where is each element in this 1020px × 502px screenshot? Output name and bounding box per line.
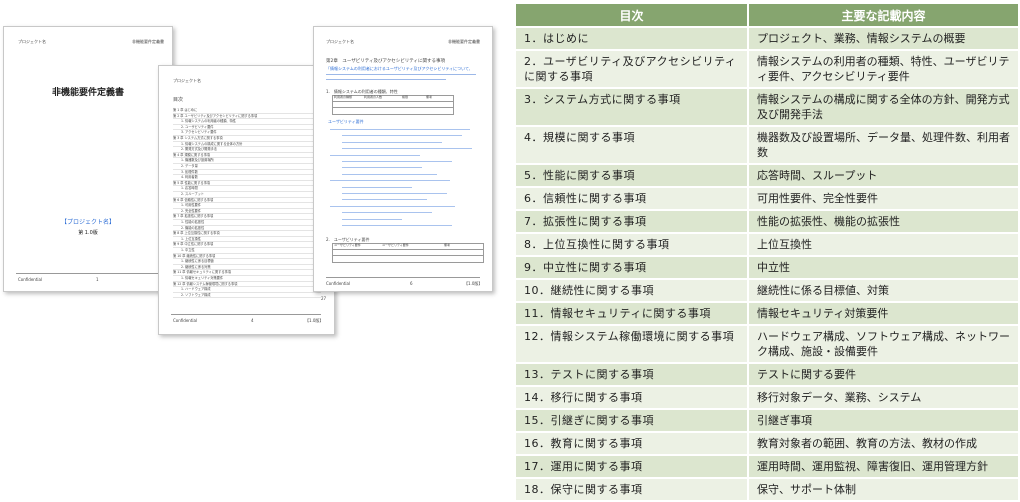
toc-row-contents: 引継ぎ事項 <box>747 410 1018 431</box>
toc-row-contents: 性能の拡張性、機能の拡張性 <box>747 211 1018 232</box>
toc-row-chapter: 17．運用に関する事項 <box>516 456 747 477</box>
cover-footer-left: Confidential <box>18 277 43 282</box>
toc-page-number: 27 <box>321 296 327 301</box>
toc-table-row: 15．引継ぎに関する事項 引継ぎ事項 <box>516 410 1018 431</box>
toc-row-chapter: 3．システム方式に関する事項 <box>516 89 747 125</box>
toc-table-row: 7．拡張性に関する事項 性能の拡張性、機能の拡張性 <box>516 211 1018 232</box>
toc-table-row: 12．情報システム稼働環境に関する事項 ハードウェア構成、ソフトウェア構成、ネット… <box>516 326 1018 362</box>
toc-row-chapter: 8．上位互換性に関する事項 <box>516 234 747 255</box>
ch2-header-left: プロジェクト名 <box>326 39 354 44</box>
ch2-table2-h1: ユーザビリティ要件 <box>334 243 361 247</box>
toc-summary-table: 目次 主要な記載内容 1．はじめに プロジェクト、業務、情報システムの概要 2．ユー… <box>516 2 1018 502</box>
toc-row-contents: テストに関する要件 <box>747 364 1018 385</box>
toc-header-contents: 主要な記載内容 <box>747 4 1018 26</box>
toc-row-chapter: 1．はじめに <box>516 28 747 49</box>
ch2-table2-h2: ユーザビリティ要件 <box>382 243 409 247</box>
cover-project-name: 【プロジェクト名】 <box>60 219 115 226</box>
toc-row-contents: ハードウェア構成、ソフトウェア構成、ネットワーク構成、施設・設備要件 <box>747 326 1018 362</box>
toc-table-row: 14．移行に関する事項 移行対象データ、業務、システム <box>516 387 1018 408</box>
ch2-chapter-title: 第2章 ユーザビリティ及びアクセシビリティに関する事項 <box>326 59 446 64</box>
toc-row-contents: 情報セキュリティ対策要件 <box>747 303 1018 324</box>
toc-table-header-row: 目次 主要な記載内容 <box>516 4 1018 26</box>
ch2-footer-left: Confidential <box>326 281 351 286</box>
toc-row-contents: 教育対象者の範囲、教育の方法、教材の作成 <box>747 433 1018 454</box>
toc-row-chapter: 9．中立性に関する事項 <box>516 257 747 278</box>
toc-table-row: 3．システム方式に関する事項 情報システムの構成に関する全体の方針、開発方式及び開… <box>516 89 1018 125</box>
toc-row-contents: 運用時間、運用監視、障害復旧、運用管理方針 <box>747 456 1018 477</box>
toc-row-contents: プロジェクト、業務、情報システムの概要 <box>747 28 1018 49</box>
cover-footer-page: 1 <box>96 277 99 282</box>
toc-row-contents: 応答時間、スループット <box>747 165 1018 186</box>
toc-table-row: 5．性能に関する事項 応答時間、スループット <box>516 165 1018 186</box>
toc-table-row: 9．中立性に関する事項 中立性 <box>516 257 1018 278</box>
ch2-table2-h3: 備考 <box>444 243 451 247</box>
ch2-section2-title: 2. ユーザビリティ要件 <box>326 237 370 242</box>
cover-header-left: プロジェクト名 <box>18 39 46 44</box>
toc-row-chapter: 10．継続性に関する事項 <box>516 280 747 301</box>
toc-row-chapter: 12．情報システム稼働環境に関する事項 <box>516 326 747 362</box>
toc-row-chapter: 11．情報セキュリティに関する事項 <box>516 303 747 324</box>
ch2-table1-h4: 備考 <box>426 95 433 99</box>
toc-row-contents: 移行対象データ、業務、システム <box>747 387 1018 408</box>
ch2-section1-title: 1. 情報システムの利用者の種類、特性 <box>326 89 398 94</box>
toc-page-header: プロジェクト名 <box>173 78 201 83</box>
toc-row-contents: 継続性に係る目標値、対策 <box>747 280 1018 301</box>
toc-table-row: 13．テストに関する事項 テストに関する要件 <box>516 364 1018 385</box>
cover-header-right: 非機能要件定義書 <box>132 39 164 44</box>
toc-footer-left: Confidential <box>173 318 198 323</box>
cover-title: 非機能要件定義書 <box>51 88 124 98</box>
toc-table-row: 1．はじめに プロジェクト、業務、情報システムの概要 <box>516 28 1018 49</box>
toc-row-contents: 可用性要件、完全性要件 <box>747 188 1018 209</box>
document-page-chapter2: プロジェクト名 非機能要件定義書 第2章 ユーザビリティ及びアクセシビリティに関… <box>313 26 493 292</box>
toc-footer-page: 4 <box>251 318 254 323</box>
toc-row-chapter: 2．ユーザビリティ及びアクセシビリティに関する事項 <box>516 51 747 87</box>
toc-table-row: 17．運用に関する事項 運用時間、運用監視、障害復旧、運用管理方針 <box>516 456 1018 477</box>
toc-footer-version: 【1.0版】 <box>305 318 324 323</box>
toc-table-row: 10．継続性に関する事項 継続性に係る目標値、対策 <box>516 280 1018 301</box>
toc-table-row: 2．ユーザビリティ及びアクセシビリティに関する事項 情報システムの利用者の種類、特… <box>516 51 1018 87</box>
document-page-toc: プロジェクト名 目次 第 1 章 はじめに第 2 章 ユーザビリティ及びアクセシ… <box>158 65 335 335</box>
ch2-footer-page: 6 <box>410 281 413 286</box>
ch2-table1-h1: 利用者の種類 <box>334 95 353 99</box>
toc-row-contents: 情報システムの利用者の種類、特性、ユーザビリティ要件、アクセシビリティ要件 <box>747 51 1018 87</box>
toc-table-body: 1．はじめに プロジェクト、業務、情報システムの概要 2．ユーザビリティ及びアクセシ… <box>516 28 1018 500</box>
toc-row-contents: 上位互換性 <box>747 234 1018 255</box>
toc-table-row: 11．情報セキュリティに関する事項 情報セキュリティ対策要件 <box>516 303 1018 324</box>
toc-row-contents: 中立性 <box>747 257 1018 278</box>
cover-version: 第 1.0版 <box>78 230 98 236</box>
toc-table-row: 8．上位互換性に関する事項 上位互換性 <box>516 234 1018 255</box>
toc-row-chapter: 5．性能に関する事項 <box>516 165 747 186</box>
ch2-footer-version: 【1.0版】 <box>464 281 483 286</box>
toc-table-row: 4．規模に関する事項 機器数及び設置場所、データ量、処理件数、利用者数 <box>516 127 1018 163</box>
toc-row-chapter: 4．規模に関する事項 <box>516 127 747 163</box>
ch2-intro-text: 「情報システムの利用者におけるユーザビリティ及びアクセシビリティについて、 <box>326 66 473 71</box>
toc-row-chapter: 6．信頼性に関する事項 <box>516 188 747 209</box>
document-page-cover: プロジェクト名 非機能要件定義書 非機能要件定義書 【プロジェクト名】 第 1.… <box>3 26 173 292</box>
toc-row-chapter: 7．拡張性に関する事項 <box>516 211 747 232</box>
toc-row-chapter: 16．教育に関する事項 <box>516 433 747 454</box>
toc-row-chapter: 14．移行に関する事項 <box>516 387 747 408</box>
toc-header-chapter: 目次 <box>516 4 747 26</box>
toc-table-row: 6．信頼性に関する事項 可用性要件、完全性要件 <box>516 188 1018 209</box>
toc-page-label: 目次 <box>173 97 184 103</box>
ch2-header-right: 非機能要件定義書 <box>448 39 480 44</box>
ch2-subsection-label: ユーザビリティ要件 <box>328 119 364 124</box>
toc-row-contents: 情報システムの構成に関する全体の方針、開発方式及び開発手法 <box>747 89 1018 125</box>
toc-row-chapter: 13．テストに関する事項 <box>516 364 747 385</box>
ch2-table1-h2: 利用者の人数 <box>364 95 383 99</box>
toc-table-row: 16．教育に関する事項 教育対象者の範囲、教育の方法、教材の作成 <box>516 433 1018 454</box>
toc-row-contents: 機器数及び設置場所、データ量、処理件数、利用者数 <box>747 127 1018 163</box>
ch2-table1-h3: 権限 <box>402 95 409 99</box>
toc-row-chapter: 15．引継ぎに関する事項 <box>516 410 747 431</box>
